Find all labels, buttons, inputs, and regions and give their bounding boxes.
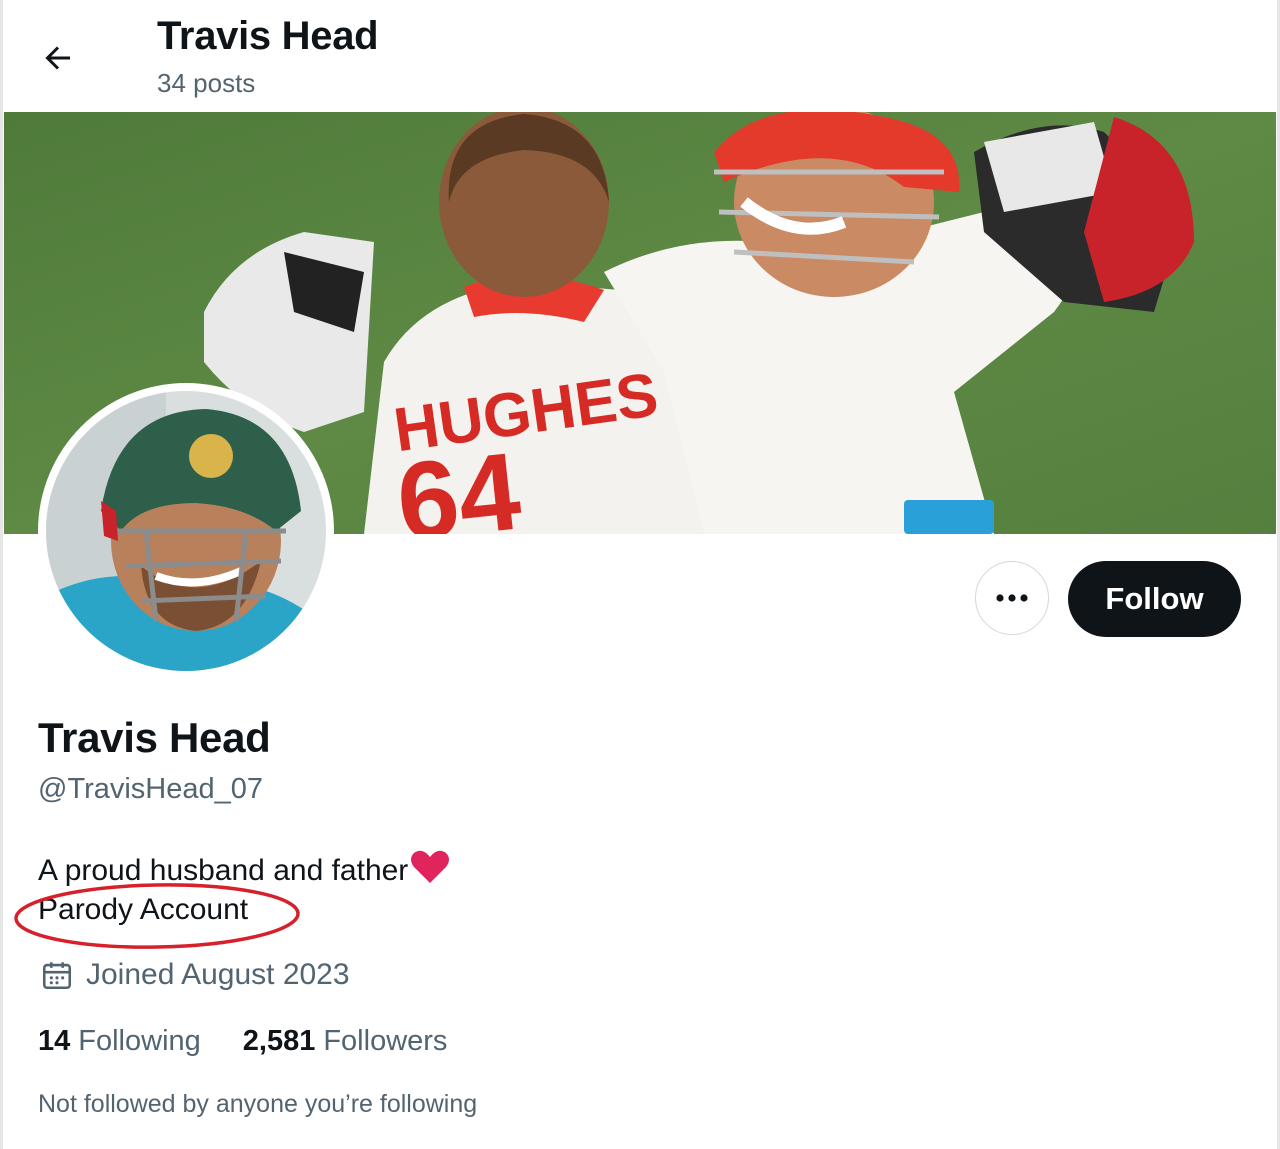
back-button[interactable]	[28, 30, 88, 86]
heart-icon	[410, 849, 450, 893]
profile-handle: @TravisHead_07	[38, 773, 264, 805]
calendar-icon	[42, 962, 72, 990]
follow-button[interactable]: Follow	[1068, 561, 1241, 637]
arrow-left-icon	[45, 46, 70, 70]
header-title: Travis Head	[157, 14, 379, 58]
annotation-circle	[14, 883, 300, 949]
more-dots-icon	[996, 594, 1028, 602]
banner-jersey-number: 64	[391, 429, 526, 534]
followers-link[interactable]: 2,581 Followers	[243, 1025, 448, 1058]
following-link[interactable]: 14 Following	[38, 1025, 201, 1058]
profile-avatar[interactable]	[38, 383, 334, 679]
joined-text: Joined August 2023	[86, 958, 350, 991]
following-label: Following	[78, 1025, 201, 1057]
header-post-count: 34 posts	[157, 68, 256, 98]
followers-count: 2,581	[242, 1025, 316, 1057]
follow-stats: 14 Following 2,581 Followers	[38, 1025, 489, 1058]
following-count: 14	[38, 1025, 71, 1057]
left-frame-border	[0, 0, 3, 1149]
joined-date: Joined August 2023	[40, 958, 350, 992]
more-options-button[interactable]	[975, 561, 1049, 635]
mutual-followers-note: Not followed by anyone you’re following	[38, 1090, 478, 1118]
followers-label: Followers	[323, 1025, 448, 1057]
profile-display-name: Travis Head	[38, 714, 271, 761]
